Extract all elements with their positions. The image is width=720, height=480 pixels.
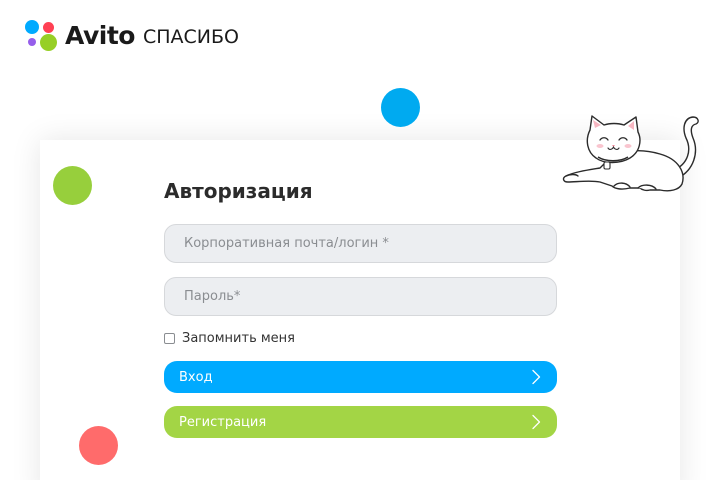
chevron-right-icon [532,414,541,430]
logo-wordmark: Avito [65,20,135,50]
logo-subtitle: СПАСИБО [142,26,239,48]
password-input[interactable] [164,277,557,316]
logo-dot-blue [25,20,39,34]
logo-dot-purple [28,38,36,46]
decor-circle-blue [381,88,420,127]
cat-illustration [562,115,699,192]
logo-dots-icon [25,19,59,51]
logo-dot-green [40,34,57,51]
remember-me-label[interactable]: Запомнить меня [182,331,295,346]
chevron-right-icon [532,369,541,385]
login-button[interactable]: Вход [164,361,557,393]
login-form: Авторизация Запомнить меня Вход Регистра… [164,178,557,438]
avito-logo[interactable]: Avito СПАСИБО [25,18,239,52]
register-button[interactable]: Регистрация [164,406,557,438]
form-title: Авторизация [164,179,313,203]
login-button-label: Вход [179,369,213,385]
login-input[interactable] [164,224,557,263]
login-page: Avito СПАСИБО Авторизация Запомнить меня… [0,0,720,480]
remember-me-row[interactable]: Запомнить меня [164,330,557,346]
remember-me-checkbox[interactable] [164,332,175,344]
decor-circle-green [53,166,92,205]
decor-circle-red [79,426,118,465]
register-button-label: Регистрация [179,414,267,430]
logo-dot-red [43,22,54,33]
